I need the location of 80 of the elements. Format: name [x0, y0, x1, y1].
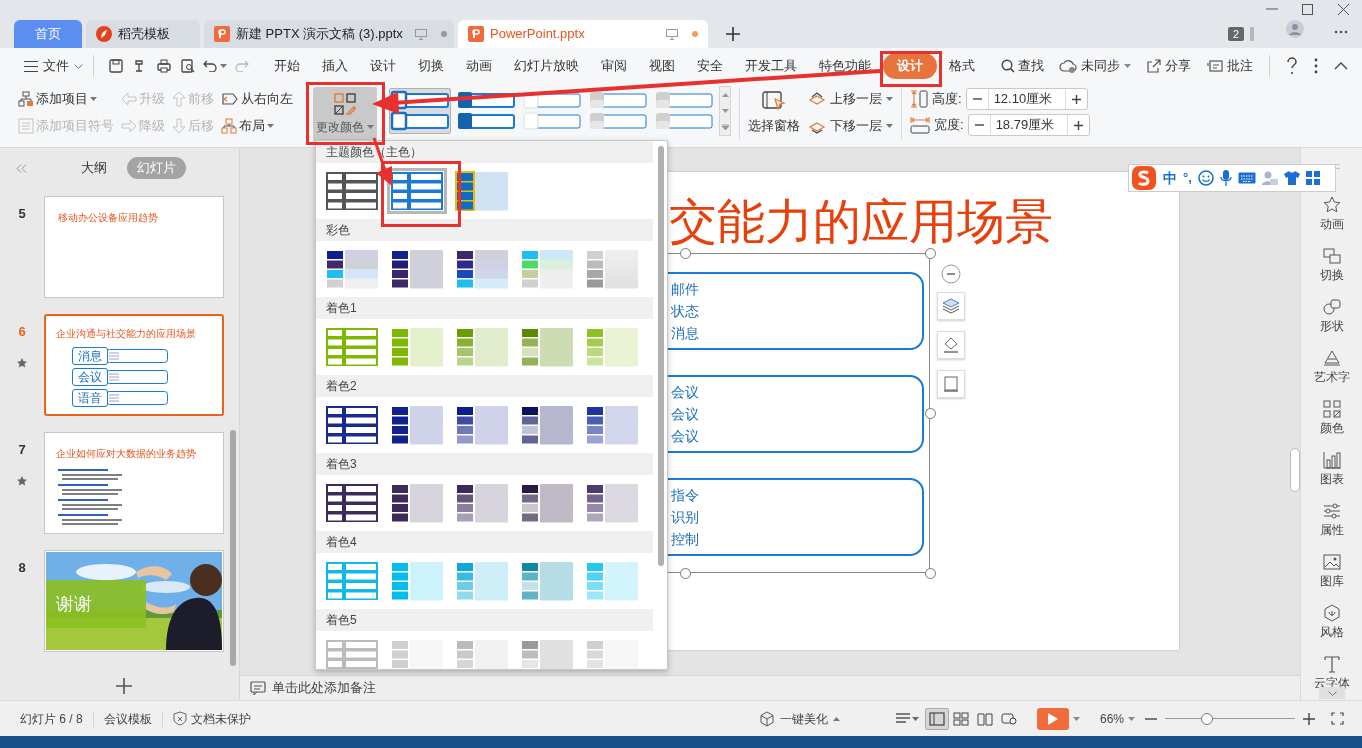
title-banner: 谢谢 [46, 580, 146, 628]
toolbar-button[interactable]: 未同步 [1059, 56, 1131, 76]
section-header: 彩色 [326, 222, 350, 239]
field-label: 高度: [932, 90, 962, 109]
side-tool-button[interactable]: 动画 [1319, 196, 1344, 233]
bullet-text: 消息 [671, 324, 700, 343]
side-tool-button[interactable]: 形状 [1319, 298, 1344, 335]
size-stepper[interactable]: 18.79厘米 [967, 114, 1090, 136]
ribbon-command[interactable]: 添加项目 [18, 90, 114, 108]
section-header: 主题颜色（主色） [326, 144, 422, 161]
bullet-text: 会议 [671, 427, 700, 446]
find-button[interactable]: 查找 [1001, 56, 1044, 76]
tab-count-badge[interactable]: 2 [1227, 27, 1244, 41]
slide-number: 8 [18, 559, 26, 577]
ribbon-command[interactable]: 从右向左 [221, 90, 293, 108]
document-tab[interactable]: PowerPoint.pptx [458, 20, 708, 48]
layer-button[interactable]: 上移一层 [808, 90, 893, 108]
slide-title: 交能力的应用场景 [669, 195, 1053, 248]
beautify-button[interactable]: 一键美化 [758, 709, 840, 728]
bullet-text: 邮件 [671, 280, 700, 299]
side-tool-button[interactable]: 图库 [1319, 553, 1344, 590]
zoom-level[interactable]: 66% [1099, 709, 1135, 728]
ribbon-tab[interactable]: 设计 [370, 53, 396, 79]
ribbon-tab[interactable]: 开发工具 [745, 53, 797, 79]
bullet-text: 识别 [671, 508, 700, 527]
side-tool-button[interactable]: 属性 [1319, 502, 1344, 539]
ribbon-tab[interactable]: 审阅 [601, 53, 627, 79]
ribbon-tab[interactable]: 开始 [274, 53, 300, 79]
bullet-text: 控制 [671, 530, 700, 549]
ribbon-tab[interactable]: 切换 [418, 53, 444, 79]
side-tool-button[interactable]: 颜色 [1319, 400, 1344, 437]
ribbon-tab[interactable]: 插入 [322, 53, 348, 79]
side-tool-button[interactable]: 图表 [1319, 451, 1344, 488]
selection-pane-button[interactable]: 选择窗格 [748, 90, 800, 136]
ribbon-tab[interactable]: 幻灯片放映 [514, 53, 579, 79]
file-menu[interactable]: 文件 [24, 56, 83, 76]
ribbon-tab[interactable]: 格式 [949, 53, 975, 79]
slide-number: 7 [18, 441, 26, 459]
document-tab[interactable]: 稻壳模板 [86, 20, 200, 48]
section-header: 着色1 [326, 300, 357, 317]
ribbon-command[interactable]: 布局 [221, 117, 293, 135]
ribbon-tab[interactable]: 视图 [649, 53, 675, 79]
punctuation-mode[interactable]: °, [1183, 168, 1192, 188]
side-tool-button[interactable]: 艺术字 [1313, 349, 1350, 386]
ribbon-tab[interactable]: 安全 [697, 53, 723, 79]
ime-mode[interactable]: 中 [1163, 167, 1177, 189]
document-tab[interactable]: 新建 PPTX 演示文稿 (3).pptx [204, 20, 454, 48]
slide-title: 移动办公设备应用趋势 [58, 212, 158, 223]
change-color-button[interactable]: 更改颜色 [313, 87, 377, 142]
slide-number: 5 [18, 205, 26, 223]
slide-thumbnail[interactable]: 移动办公设备应用趋势 [44, 196, 224, 298]
slide-title: 企业如何应对大数据的业务趋势 [56, 448, 196, 459]
bullet-text: 会议 [671, 383, 700, 402]
section-header: 着色5 [326, 612, 357, 629]
side-tool-button[interactable]: 切换 [1319, 247, 1344, 284]
diagram-box: 会议 [72, 368, 108, 386]
template-name[interactable]: 会议模板 [103, 709, 152, 728]
toolbar-button[interactable]: 批注 [1207, 56, 1253, 76]
slide-thumbnail[interactable]: 企业沟通与社交能力的应用场景 消息 会议 语音 [44, 314, 224, 416]
diagram-box: 语音 [72, 389, 108, 407]
notes-placeholder[interactable]: 单击此处添加备注 [272, 678, 376, 698]
slide-title: 企业沟通与社交能力的应用场景 [56, 328, 196, 339]
bullet-text: 会议 [671, 405, 700, 424]
slide-thumbnail[interactable]: 企业如何应对大数据的业务趋势 [44, 432, 224, 534]
panel-tab[interactable]: 大纲 [71, 157, 117, 179]
slide-number: 6 [18, 323, 26, 341]
bullet-text: 指令 [671, 486, 700, 505]
size-stepper[interactable]: 12.10厘米 [965, 88, 1088, 110]
layer-button[interactable]: 下移一层 [808, 117, 893, 135]
protection-button[interactable]: 文档未保护 [172, 709, 251, 728]
section-header: 着色3 [326, 456, 357, 473]
side-tool-button[interactable]: 风格 [1319, 604, 1344, 641]
ribbon-tab[interactable]: 动画 [466, 53, 492, 79]
field-label: 宽度: [934, 116, 964, 135]
slide-counter: 幻灯片 6 / 8 [20, 710, 83, 728]
diagram-box: 消息 [72, 347, 108, 365]
section-header: 着色4 [326, 534, 357, 551]
bullet-text: 状态 [671, 302, 700, 321]
toolbar-button[interactable]: 分享 [1147, 56, 1191, 76]
section-header: 着色2 [326, 378, 357, 395]
